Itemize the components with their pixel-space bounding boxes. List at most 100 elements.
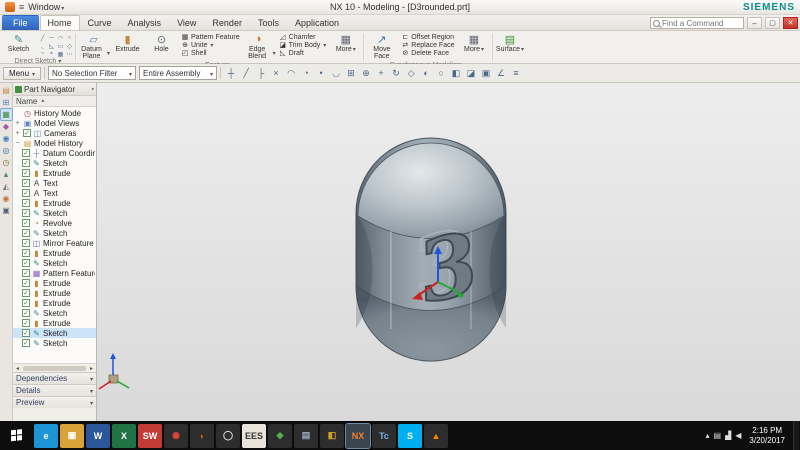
taskbar-app-icon[interactable]: NX bbox=[345, 422, 371, 449]
toolbar-icon-button[interactable]: ▣ bbox=[479, 66, 493, 80]
resource-bar-icon[interactable]: ▣ bbox=[1, 205, 12, 216]
checkbox-checked-icon[interactable] bbox=[22, 279, 30, 287]
taskbar-app-icon[interactable]: ◯ bbox=[216, 423, 240, 448]
feature-tree-item[interactable]: ▮ Extrude bbox=[13, 288, 96, 298]
selection-scope-dropdown[interactable]: Entire Assembly bbox=[139, 66, 218, 80]
tray-icon[interactable]: ▤ bbox=[714, 431, 722, 440]
extrude-button[interactable]: Extrude bbox=[111, 32, 144, 54]
toolbar-icon-button[interactable]: ○ bbox=[434, 66, 448, 80]
tree-item[interactable]: + ◫ Cameras bbox=[13, 128, 96, 138]
toolbar-icon-button[interactable]: ◧ bbox=[449, 66, 463, 80]
toolbar-icon-button[interactable]: ◔ bbox=[299, 66, 313, 80]
panel-section-header[interactable]: Dependencies bbox=[13, 372, 96, 384]
sketch-tool-icon[interactable]: ~ bbox=[38, 50, 47, 58]
ribbon-tab[interactable]: Tools bbox=[250, 15, 287, 30]
sketch-tool-icon[interactable]: ─ bbox=[47, 34, 56, 42]
find-command-input[interactable] bbox=[662, 18, 738, 28]
toolbar-icon-button[interactable]: ◇ bbox=[404, 66, 418, 80]
horizontal-scrollbar[interactable]: ◂ ▸ bbox=[13, 363, 96, 372]
sketch-button[interactable]: Sketch bbox=[2, 32, 35, 54]
toolbar-icon-button[interactable]: ├ bbox=[254, 66, 268, 80]
restore-button[interactable] bbox=[765, 17, 780, 29]
checkbox-checked-icon[interactable] bbox=[22, 199, 30, 207]
sketch-tool-icon[interactable]: ◟ bbox=[38, 42, 47, 50]
resource-bar-icon[interactable]: ▤ bbox=[1, 85, 12, 96]
3d-model-canvas[interactable]: 3 3 bbox=[97, 83, 800, 421]
checkbox-checked-icon[interactable] bbox=[22, 189, 30, 197]
window-menu[interactable]: Window bbox=[28, 2, 64, 12]
more-sync-button[interactable]: More bbox=[458, 32, 491, 54]
taskbar-app-icon[interactable]: ▤ bbox=[294, 423, 318, 448]
pattern-feature-button[interactable]: ▦ Pattern Feature bbox=[179, 33, 242, 42]
taskbar-app-icon[interactable]: Tc bbox=[372, 423, 396, 448]
taskbar-app-icon[interactable]: S bbox=[398, 423, 422, 448]
tray-icon[interactable]: ▴ bbox=[706, 431, 710, 440]
resource-bar-icon[interactable]: ⊞ bbox=[1, 97, 12, 108]
ribbon-tab[interactable]: Home bbox=[39, 15, 80, 30]
tree-item[interactable]: ◷ History Mode bbox=[13, 108, 96, 118]
checkbox-checked-icon[interactable] bbox=[22, 319, 30, 327]
toolbar-icon-button[interactable]: + bbox=[374, 66, 388, 80]
panel-section-header[interactable]: Preview bbox=[13, 396, 96, 408]
graphics-viewport[interactable]: 3 3 bbox=[97, 83, 800, 421]
pin-icon[interactable] bbox=[92, 86, 94, 93]
taskbar-app-icon[interactable]: ◉ bbox=[164, 423, 188, 448]
toolbar-icon-button[interactable]: ⊕ bbox=[359, 66, 373, 80]
draft-button[interactable]: ◺ Draft bbox=[277, 49, 329, 58]
capsule-die-model[interactable]: 3 3 bbox=[355, 137, 507, 362]
ribbon-tab[interactable]: Analysis bbox=[120, 15, 170, 30]
scrollbar-thumb[interactable] bbox=[23, 365, 86, 371]
toolbar-icon-button[interactable]: ◡ bbox=[329, 66, 343, 80]
checkbox-checked-icon[interactable] bbox=[23, 129, 31, 137]
tree-expander-icon[interactable]: + bbox=[14, 120, 21, 127]
checkbox-checked-icon[interactable] bbox=[22, 179, 30, 187]
edge-blend-button[interactable]: Edge Blend bbox=[243, 32, 276, 62]
toolbar-icon-button[interactable]: ↻ bbox=[389, 66, 403, 80]
toolbar-icon-button[interactable]: ╱ bbox=[239, 66, 253, 80]
feature-tree-item[interactable]: ▮ Extrude bbox=[13, 298, 96, 308]
scroll-left-icon[interactable]: ◂ bbox=[13, 365, 22, 372]
show-desktop-button[interactable] bbox=[793, 421, 799, 450]
trim-body-button[interactable]: ◪ Trim Body bbox=[277, 41, 329, 50]
feature-tree-item[interactable]: ▮ Extrude bbox=[13, 248, 96, 258]
checkbox-checked-icon[interactable] bbox=[22, 299, 30, 307]
surface-button[interactable]: Surface bbox=[494, 32, 527, 54]
sketch-tool-icon[interactable]: ▭ bbox=[56, 42, 65, 50]
checkbox-checked-icon[interactable] bbox=[22, 229, 30, 237]
tree-item[interactable]: − ▤ Model History bbox=[13, 138, 96, 148]
toolbar-icon-button[interactable]: ◪ bbox=[464, 66, 478, 80]
feature-tree-item[interactable]: ✎ Sketch bbox=[13, 228, 96, 238]
tree-expander-icon[interactable]: − bbox=[14, 140, 21, 147]
checkbox-checked-icon[interactable] bbox=[22, 159, 30, 167]
sketch-tool-icon[interactable]: ◠ bbox=[56, 34, 65, 42]
more-feature-button[interactable]: More bbox=[329, 32, 362, 54]
close-button[interactable] bbox=[783, 17, 798, 29]
sketch-tool-icon[interactable]: ◺ bbox=[47, 42, 56, 50]
sketch-tool-icon[interactable]: ◇ bbox=[65, 42, 74, 50]
sketch-tool-icon[interactable]: ⋯ bbox=[65, 50, 74, 58]
menu-button[interactable]: Menu bbox=[3, 66, 42, 80]
toolbar-icon-button[interactable]: ⊞ bbox=[344, 66, 358, 80]
feature-tree-item[interactable]: ✎ Sketch bbox=[13, 208, 96, 218]
shell-button[interactable]: ◰ Shell bbox=[179, 49, 242, 58]
minimize-button[interactable] bbox=[747, 17, 762, 29]
toolbar-icon-button[interactable]: ≡ bbox=[509, 66, 523, 80]
taskbar-app-icon[interactable]: ▲ bbox=[424, 423, 448, 448]
replace-face-button[interactable]: ⇄ Replace Face bbox=[399, 41, 456, 50]
feature-tree-item[interactable]: ✎ Sketch bbox=[13, 158, 96, 168]
feature-tree-item[interactable]: A Text bbox=[13, 188, 96, 198]
feature-tree-item[interactable]: ◫ Mirror Feature bbox=[13, 238, 96, 248]
tray-icon[interactable]: ▟ bbox=[725, 431, 731, 440]
delete-face-button[interactable]: ⊘ Delete Face bbox=[399, 49, 456, 58]
checkbox-checked-icon[interactable] bbox=[22, 269, 30, 277]
ribbon-tab[interactable]: Curve bbox=[80, 15, 120, 30]
taskbar-app-icon[interactable]: W bbox=[86, 423, 110, 448]
ribbon-tab[interactable]: Application bbox=[287, 15, 347, 30]
taskbar-app-icon[interactable]: SW bbox=[138, 423, 162, 448]
sketch-tool-icon[interactable]: ▦ bbox=[56, 50, 65, 58]
checkbox-checked-icon[interactable] bbox=[22, 219, 30, 227]
taskbar-app-icon[interactable]: ▣ bbox=[60, 423, 84, 448]
taskbar-clock[interactable]: 2:16 PM 3/20/2017 bbox=[745, 426, 789, 446]
feature-tree-item[interactable]: ✎ Sketch bbox=[13, 308, 96, 318]
find-command-box[interactable] bbox=[650, 17, 744, 29]
